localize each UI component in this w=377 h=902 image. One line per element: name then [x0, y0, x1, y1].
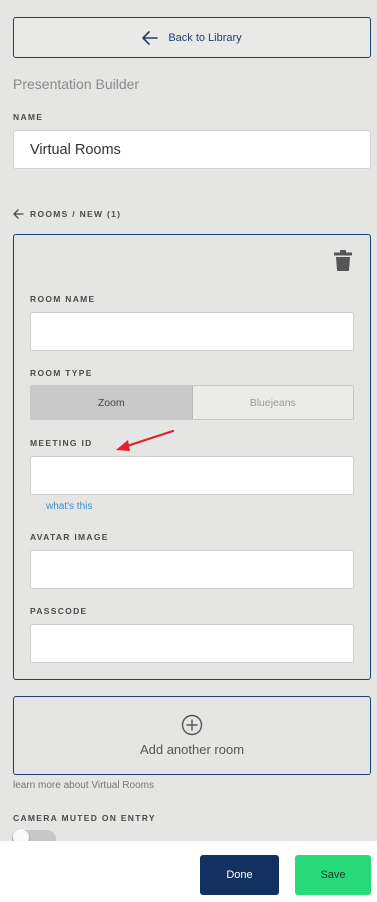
room-type-selector: Zoom Bluejeans: [30, 385, 354, 420]
breadcrumb-text: ROOMS / NEW (1): [30, 209, 122, 219]
add-room-label: Add another room: [139, 742, 245, 757]
room-type-bluejeans-option[interactable]: Bluejeans: [193, 386, 354, 419]
room-type-label: ROOM TYPE: [30, 368, 93, 378]
avatar-image-label: AVATAR IMAGE: [30, 532, 109, 542]
avatar-image-input[interactable]: [30, 550, 354, 589]
passcode-label: PASSCODE: [30, 606, 88, 616]
trash-icon[interactable]: [334, 250, 352, 271]
room-name-label: ROOM NAME: [30, 294, 96, 304]
meeting-id-input[interactable]: [30, 456, 354, 495]
presentation-name-input[interactable]: Virtual Rooms: [13, 130, 371, 169]
add-another-room-button[interactable]: Add another room: [13, 696, 371, 775]
meeting-id-label: MEETING ID: [30, 438, 93, 448]
plus-circle-icon: [181, 714, 203, 736]
room-type-zoom-option[interactable]: Zoom: [31, 386, 193, 419]
breadcrumb[interactable]: ROOMS / NEW (1): [13, 209, 121, 219]
whats-this-link[interactable]: what's this: [46, 501, 92, 512]
back-button-label: Back to Library: [168, 31, 242, 44]
learn-more-link[interactable]: learn more about Virtual Rooms: [13, 780, 154, 791]
arrow-left-icon: [13, 209, 24, 219]
passcode-input[interactable]: [30, 624, 354, 663]
annotation-arrow-icon: [116, 429, 175, 451]
camera-muted-label: CAMERA MUTED ON ENTRY: [13, 813, 156, 823]
back-to-library-button[interactable]: Back to Library: [13, 17, 371, 58]
room-name-input[interactable]: [30, 312, 354, 351]
done-button[interactable]: Done: [200, 855, 279, 895]
save-button[interactable]: Save: [295, 855, 371, 895]
name-label: NAME: [13, 112, 44, 122]
arrow-left-icon: [142, 30, 159, 45]
page-title: Presentation Builder: [13, 76, 140, 92]
